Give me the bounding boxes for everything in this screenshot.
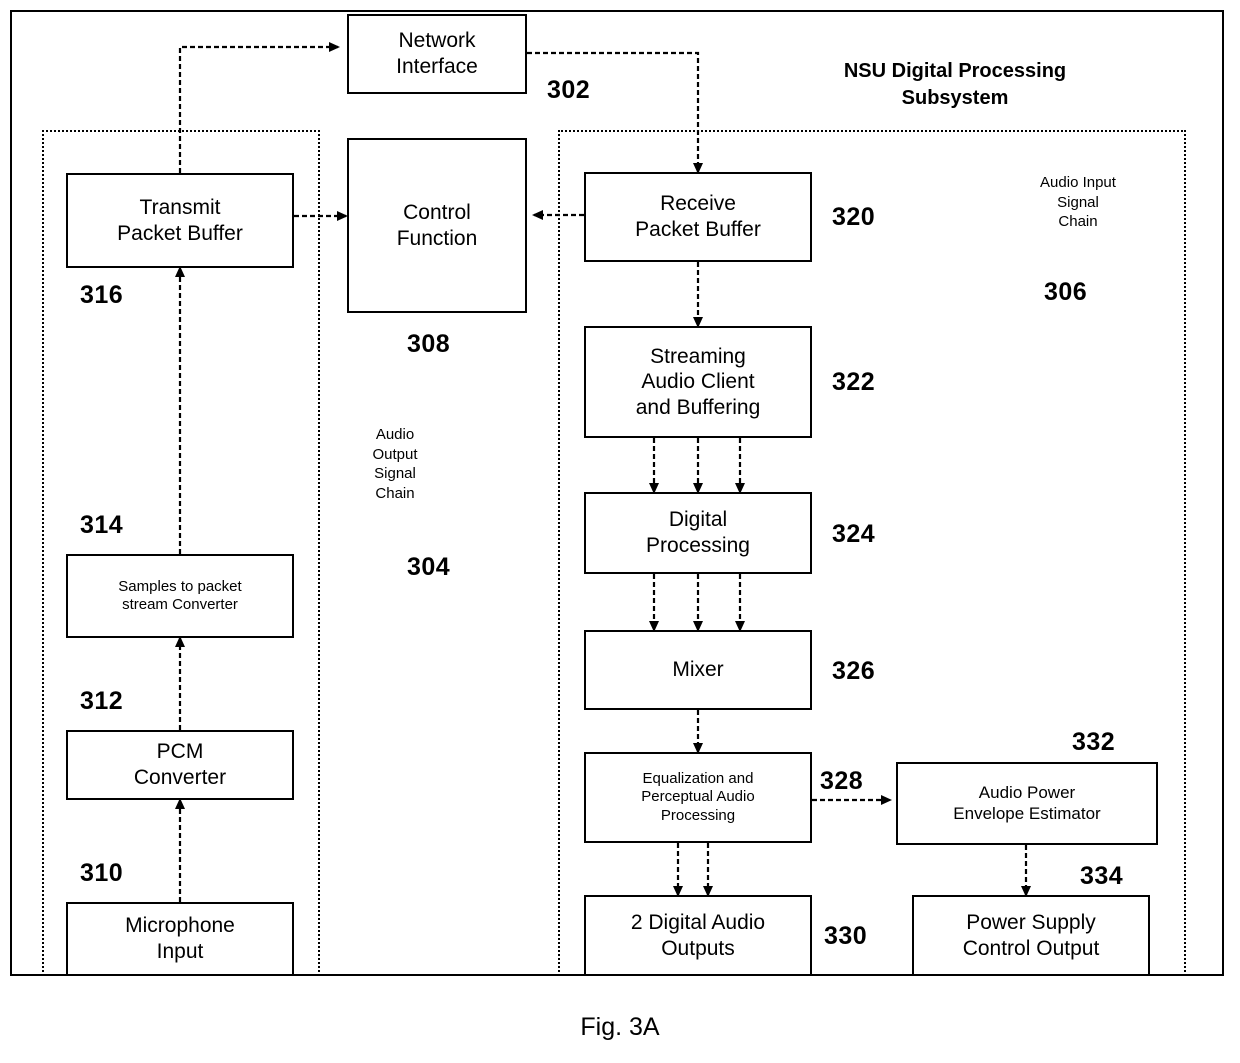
- figure-caption: Fig. 3A: [580, 1013, 660, 1041]
- ref-326: 326: [832, 657, 876, 685]
- node-pcm-converter[interactable]: PCM Converter: [66, 730, 294, 800]
- node-audio-power-envelope-estimator[interactable]: Audio Power Envelope Estimator: [896, 762, 1158, 845]
- node-control-function[interactable]: Control Function: [347, 138, 527, 313]
- node-microphone-input-label: Microphone Input: [125, 914, 235, 963]
- node-digital-processing-label: Digital Processing: [646, 508, 750, 557]
- node-mixer[interactable]: Mixer: [584, 630, 812, 710]
- node-transmit-packet-buffer[interactable]: Transmit Packet Buffer: [66, 173, 294, 268]
- node-mixer-label: Mixer: [672, 658, 724, 682]
- subsystem-title: NSU Digital Processing Subsystem: [843, 60, 1067, 109]
- node-transmit-packet-buffer-label: Transmit Packet Buffer: [117, 195, 243, 245]
- ref-308: 308: [407, 330, 451, 358]
- node-digital-audio-outputs-label: 2 Digital Audio Outputs: [630, 910, 766, 960]
- ref-320: 320: [832, 203, 876, 231]
- ref-312: 312: [80, 687, 124, 715]
- figure-canvas: Network Interface 302 Control Function 3…: [0, 0, 1240, 1063]
- node-audio-power-envelope-estimator-label: Audio Power Envelope Estimator: [953, 782, 1101, 823]
- ref-314: 314: [80, 511, 124, 539]
- ref-324: 324: [832, 520, 876, 548]
- node-samples-to-packet-converter-label: Samples to packet stream Converter: [118, 577, 242, 613]
- node-samples-to-packet-converter[interactable]: Samples to packet stream Converter: [66, 554, 294, 638]
- ref-330: 330: [824, 922, 868, 950]
- audio-input-chain-label: Audio Input Signal Chain: [1040, 174, 1116, 230]
- node-power-supply-control-output-label: Power Supply Control Output: [962, 910, 1100, 960]
- node-control-function-label: Control Function: [396, 200, 478, 250]
- ref-332: 332: [1072, 728, 1116, 756]
- node-microphone-input[interactable]: Microphone Input: [66, 902, 294, 976]
- ref-316: 316: [80, 281, 124, 309]
- node-equalization-perceptual-audio[interactable]: Equalization and Perceptual Audio Proces…: [584, 752, 812, 843]
- node-receive-packet-buffer-label: Receive Packet Buffer: [635, 192, 761, 241]
- node-power-supply-control-output[interactable]: Power Supply Control Output: [912, 895, 1150, 976]
- ref-304: 304: [407, 553, 451, 581]
- ref-334: 334: [1080, 862, 1124, 890]
- node-equalization-perceptual-audio-label: Equalization and Perceptual Audio Proces…: [641, 770, 755, 824]
- ref-322: 322: [832, 368, 876, 396]
- ref-328: 328: [820, 767, 864, 795]
- ref-306: 306: [1044, 278, 1088, 306]
- node-receive-packet-buffer[interactable]: Receive Packet Buffer: [584, 172, 812, 262]
- ref-302: 302: [547, 76, 591, 104]
- node-digital-processing[interactable]: Digital Processing: [584, 492, 812, 574]
- node-digital-audio-outputs[interactable]: 2 Digital Audio Outputs: [584, 895, 812, 976]
- node-streaming-audio-client[interactable]: Streaming Audio Client and Buffering: [584, 326, 812, 438]
- node-network-interface-label: Network Interface: [396, 29, 478, 78]
- node-network-interface[interactable]: Network Interface: [347, 14, 527, 94]
- node-streaming-audio-client-label: Streaming Audio Client and Buffering: [635, 344, 761, 419]
- ref-310: 310: [80, 859, 124, 887]
- audio-output-chain-label: Audio Output Signal Chain: [372, 426, 418, 502]
- node-pcm-converter-label: PCM Converter: [133, 740, 227, 789]
